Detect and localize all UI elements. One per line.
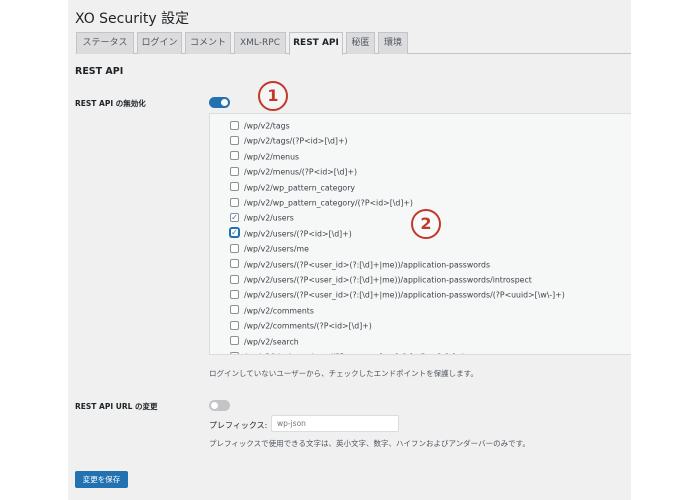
annotation-marker-2: 2: [411, 209, 441, 239]
annotation-number: 1: [267, 86, 279, 105]
checkbox[interactable]: [230, 336, 239, 346]
endpoint-path: /wp/v2/users/me: [244, 244, 309, 254]
checked-checkbox[interactable]: ✓: [230, 228, 239, 238]
endpoint-path: /wp/v2/comments/(?P<id>[\d]+): [244, 321, 372, 331]
endpoint-item[interactable]: /wp/v2/comments: [230, 303, 314, 318]
checkbox[interactable]: [230, 289, 239, 299]
endpoint-path: /wp/v2/users/(?P<id>[\d]+): [244, 229, 352, 239]
endpoint-path: /wp/v2/menus: [244, 152, 300, 162]
toggle-knob: [221, 99, 228, 106]
endpoint-path: /wp/v2/users/(?P<user_id>(?:[\d]+|me))/a…: [244, 275, 532, 285]
endpoint-item[interactable]: /wp/v2/users/(?P<user_id>(?:[\d]+|me))/a…: [230, 287, 565, 302]
endpoint-help-text: ログインしていないユーザーから、チェックしたエンドポイントを保護します。: [209, 369, 478, 378]
checkbox[interactable]: [230, 243, 239, 253]
endpoint-path: /wp/v2/comments: [244, 306, 314, 316]
endpoint-path: /wp/v2/users/(?P<user_id>(?:[\d]+|me))/a…: [244, 290, 565, 300]
endpoint-item[interactable]: /wp/v2/wp_pattern_category: [230, 180, 355, 195]
checkbox[interactable]: [230, 259, 239, 269]
tab-comment[interactable]: コメント: [185, 32, 231, 54]
section-title: REST API: [75, 66, 124, 77]
endpoint-path: /wp/v2/menus/(?P<id>[\d]+): [244, 167, 358, 177]
endpoint-path: /wp/v2/users: [244, 213, 294, 223]
checkbox[interactable]: [230, 320, 239, 330]
checkbox[interactable]: [230, 151, 239, 161]
endpoint-item[interactable]: /wp/v2/tags: [230, 118, 290, 133]
checked-checkbox[interactable]: ✓: [230, 212, 239, 222]
endpoint-path: /wp/v2/users/(?P<user_id>(?:[\d]+|me))/a…: [244, 260, 491, 270]
annotation-marker-1: 1: [258, 81, 288, 111]
endpoint-item[interactable]: ✓ /wp/v2/users: [230, 210, 294, 225]
endpoint-item[interactable]: /wp/v2/wp_pattern_category/(?P<id>[\d]+): [230, 195, 413, 210]
checkbox[interactable]: [230, 305, 239, 315]
endpoint-path: /wp/v2/tags: [244, 121, 290, 131]
checkbox[interactable]: [230, 351, 239, 354]
rest-api-disable-label: REST API の無効化: [75, 99, 146, 108]
endpoint-item[interactable]: ✓ /wp/v2/users/(?P<id>[\d]+): [230, 226, 352, 241]
endpoint-item[interactable]: /wp/v2/users/me: [230, 241, 309, 256]
checkbox[interactable]: [230, 274, 239, 284]
prefix-label: プレフィックス:: [209, 421, 268, 430]
tab-xml-rpc[interactable]: XML-RPC: [234, 32, 286, 54]
endpoint-path: /wp/v2/block-renderer/(?P<name>[a-z0-9-]…: [244, 353, 465, 355]
settings-tabs: ステータス ログイン コメント XML-RPC REST API 秘匿 環境: [76, 32, 631, 55]
endpoint-item[interactable]: /wp/v2/users/(?P<user_id>(?:[\d]+|me))/a…: [230, 272, 532, 287]
tab-concealment[interactable]: 秘匿: [346, 32, 375, 54]
rest-api-disable-toggle[interactable]: [209, 97, 230, 108]
rest-api-url-label: REST API URL の変更: [75, 402, 158, 411]
rest-api-url-toggle[interactable]: [209, 400, 230, 411]
endpoint-path: /wp/v2/tags/(?P<id>[\d]+): [244, 136, 348, 146]
tab-rest-api[interactable]: REST API: [289, 32, 343, 55]
annotation-number: 2: [420, 214, 432, 233]
toggle-knob: [211, 402, 218, 409]
checkbox[interactable]: [230, 197, 239, 207]
endpoint-item[interactable]: /wp/v2/menus: [230, 149, 299, 164]
endpoint-path: /wp/v2/search: [244, 337, 299, 347]
save-button[interactable]: 変更を保存: [75, 471, 128, 488]
endpoint-path: /wp/v2/wp_pattern_category: [244, 183, 356, 193]
checkbox[interactable]: [230, 135, 239, 145]
settings-panel: XO Security 設定 ステータス ログイン コメント XML-RPC R…: [68, 0, 631, 500]
endpoint-item[interactable]: /wp/v2/menus/(?P<id>[\d]+): [230, 164, 357, 179]
endpoint-item[interactable]: /wp/v2/comments/(?P<id>[\d]+): [230, 318, 372, 333]
tab-environment[interactable]: 環境: [378, 32, 408, 54]
page-title: XO Security 設定: [75, 11, 190, 27]
endpoint-item[interactable]: /wp/v2/block-renderer/(?P<name>[a-z0-9-]…: [230, 349, 465, 355]
checkbox[interactable]: [230, 166, 239, 176]
tab-login[interactable]: ログイン: [137, 32, 182, 54]
endpoint-item[interactable]: /wp/v2/tags/(?P<id>[\d]+): [230, 133, 348, 148]
prefix-help-text: プレフィックスで使用できる文字は、英小文字、数字、ハイフンおよびアンダーバーのみ…: [209, 439, 530, 448]
prefix-input[interactable]: [271, 415, 399, 432]
tab-status[interactable]: ステータス: [76, 32, 134, 54]
endpoint-item[interactable]: /wp/v2/search: [230, 334, 299, 349]
endpoint-item[interactable]: /wp/v2/users/(?P<user_id>(?:[\d]+|me))/a…: [230, 257, 490, 272]
endpoint-path: /wp/v2/wp_pattern_category/(?P<id>[\d]+): [244, 198, 413, 208]
checkbox[interactable]: [230, 120, 239, 130]
checkbox[interactable]: [230, 182, 239, 192]
